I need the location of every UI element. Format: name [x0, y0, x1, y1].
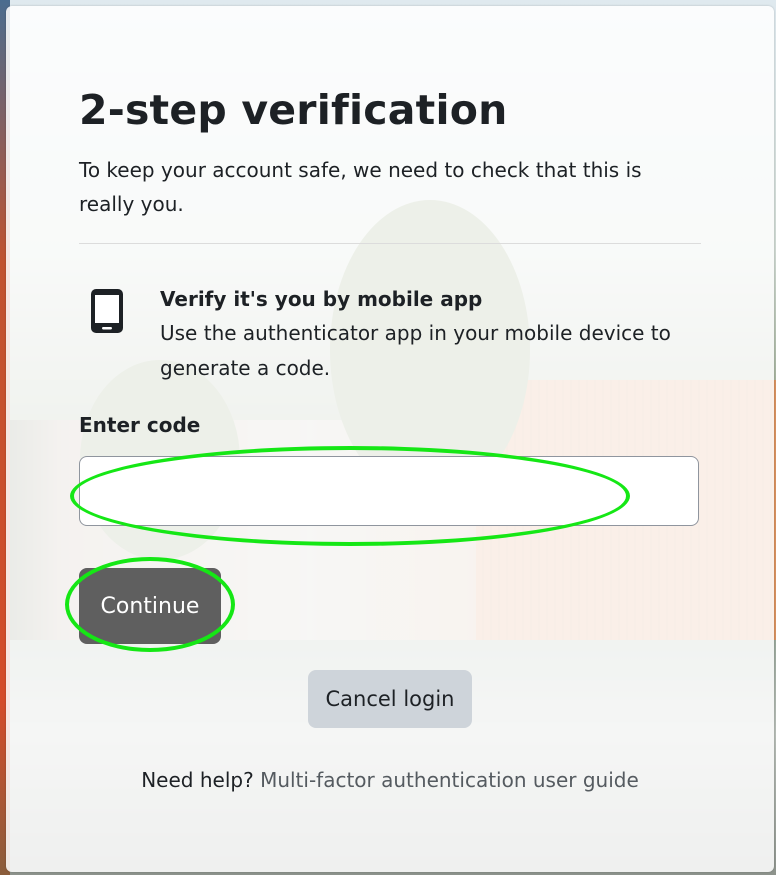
continue-button[interactable]: Continue — [79, 568, 221, 644]
code-input[interactable] — [79, 456, 699, 526]
cancel-login-button[interactable]: Cancel login — [308, 670, 472, 728]
code-label: Enter code — [79, 413, 201, 437]
method-description: Use the authenticator app in your mobile… — [160, 321, 671, 380]
help-line: Need help? Multi-factor authentication u… — [6, 768, 774, 792]
divider — [79, 243, 701, 244]
verification-card: 2-step verification To keep your account… — [6, 6, 774, 872]
page-title: 2-step verification — [79, 86, 508, 134]
mobile-phone-icon — [91, 289, 123, 333]
help-prefix: Need help? — [141, 768, 254, 792]
user-guide-link[interactable]: Multi-factor authentication user guide — [260, 768, 639, 792]
page-subtitle: To keep your account safe, we need to ch… — [79, 158, 642, 216]
method-title: Verify it's you by mobile app — [160, 287, 483, 311]
